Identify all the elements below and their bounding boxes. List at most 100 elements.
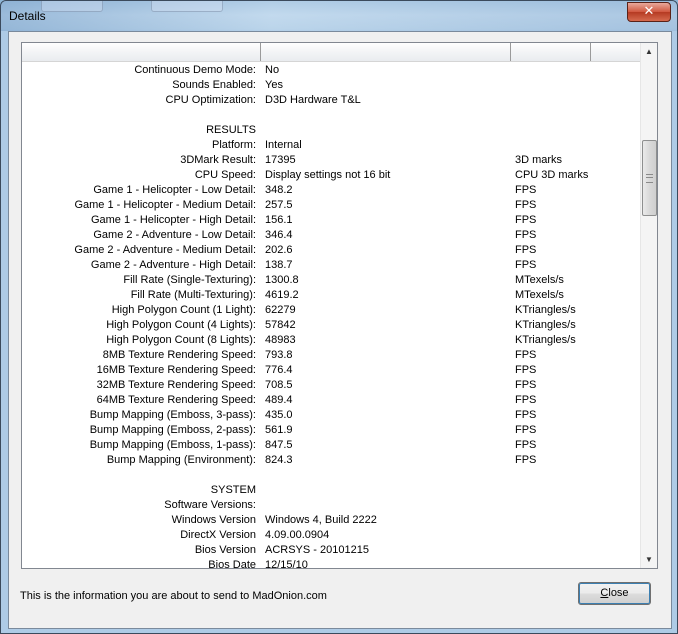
row-label: Fill Rate (Single-Texturing): [123, 274, 256, 286]
row-unit: FPS [515, 214, 537, 226]
row-label: Fill Rate (Multi-Texturing): [130, 289, 256, 301]
dialog-client-area: Continuous Demo Mode: No Sounds Enabled: Ye… [8, 31, 672, 629]
list-item[interactable]: Game 2 - Adventure - Medium Detail: 202.6… [22, 243, 640, 258]
list-item[interactable]: Bios Version ACRSYS - 20101215 [22, 543, 640, 558]
row-unit: FPS [515, 439, 537, 451]
list-item[interactable]: Bump Mapping (Emboss, 1-pass): 847.5 FPS [22, 438, 640, 453]
row-value: Windows 4, Build 2222 [265, 514, 377, 526]
row-unit: FPS [515, 454, 537, 466]
grip-icon [646, 174, 653, 183]
list-item[interactable]: Bump Mapping (Emboss, 2-pass): 561.9 FPS [22, 423, 640, 438]
list-item[interactable]: Fill Rate (Multi-Texturing): 4619.2 MTexel… [22, 288, 640, 303]
list-item[interactable]: High Polygon Count (4 Lights): 57842 KTria… [22, 318, 640, 333]
row-label: Bump Mapping (Emboss, 1-pass): [89, 439, 256, 451]
list-item[interactable] [22, 468, 640, 483]
row-label: Game 1 - Helicopter - Medium Detail: [74, 199, 256, 211]
row-value: 824.3 [265, 454, 293, 466]
list-item[interactable]: Bump Mapping (Emboss, 3-pass): 435.0 FPS [22, 408, 640, 423]
list-item[interactable]: RESULTS [22, 123, 640, 138]
row-label: 8MB Texture Rendering Speed: [102, 349, 256, 361]
list-item[interactable]: DirectX Version 4.09.00.0904 [22, 528, 640, 543]
row-label: 32MB Texture Rendering Speed: [96, 379, 256, 391]
row-value: 4619.2 [265, 289, 299, 301]
row-label: 64MB Texture Rendering Speed: [96, 394, 256, 406]
list-item[interactable] [22, 108, 640, 123]
list-item[interactable]: CPU Speed: Display settings not 16 bit CPU… [22, 168, 640, 183]
row-label: Platform: [211, 139, 256, 151]
list-item[interactable]: Bump Mapping (Environment): 824.3 FPS [22, 453, 640, 468]
column-header-unit[interactable] [511, 43, 591, 61]
vertical-scrollbar[interactable]: ▲ ▼ [640, 43, 657, 568]
row-unit: FPS [515, 229, 537, 241]
list-item[interactable]: Software Versions: [22, 498, 640, 513]
row-label: Software Versions: [164, 499, 256, 511]
row-label: Bump Mapping (Emboss, 2-pass): [89, 424, 256, 436]
row-unit: FPS [515, 424, 537, 436]
row-unit: FPS [515, 199, 537, 211]
column-header-extra[interactable] [591, 43, 640, 61]
column-header-value[interactable] [261, 43, 511, 61]
row-label: High Polygon Count (4 Lights): [106, 319, 256, 331]
row-label: Bios Version [194, 544, 256, 556]
list-item[interactable]: Sounds Enabled: Yes [22, 78, 640, 93]
list-item[interactable]: SYSTEM [22, 483, 640, 498]
row-unit: FPS [515, 379, 537, 391]
list-item[interactable]: Game 1 - Helicopter - Medium Detail: 257.… [22, 198, 640, 213]
row-value: 57842 [265, 319, 296, 331]
list-item[interactable]: 64MB Texture Rendering Speed: 489.4 FPS [22, 393, 640, 408]
row-unit: FPS [515, 409, 537, 421]
row-label: Bump Mapping (Environment): [106, 454, 256, 466]
list-item[interactable]: Fill Rate (Single-Texturing): 1300.8 MTexe… [22, 273, 640, 288]
row-label: High Polygon Count (1 Light): [111, 304, 256, 316]
row-unit: KTriangles/s [515, 334, 576, 346]
row-value: 489.4 [265, 394, 293, 406]
background-window-tab [41, 1, 103, 12]
list-rows: Continuous Demo Mode: No Sounds Enabled: Ye… [22, 63, 640, 573]
list-item[interactable]: Continuous Demo Mode: No [22, 63, 640, 78]
row-unit: FPS [515, 244, 537, 256]
title-bar[interactable]: Details ✕ [1, 1, 677, 31]
list-item[interactable]: Platform: Internal [22, 138, 640, 153]
scroll-down-icon[interactable]: ▼ [641, 551, 657, 568]
list-item[interactable]: 3DMark Result: 17395 3D marks [22, 153, 640, 168]
list-item[interactable]: 16MB Texture Rendering Speed: 776.4 FPS [22, 363, 640, 378]
list-item[interactable]: Game 1 - Helicopter - High Detail: 156.1 F… [22, 213, 640, 228]
row-unit: FPS [515, 259, 537, 271]
scroll-thumb[interactable] [642, 140, 657, 216]
list-item[interactable]: Game 2 - Adventure - Low Detail: 346.4 FPS [22, 228, 640, 243]
list-item[interactable]: Windows Version Windows 4, Build 2222 [22, 513, 640, 528]
row-label: RESULTS [206, 124, 256, 136]
row-value: 348.2 [265, 184, 293, 196]
row-value: 17395 [265, 154, 296, 166]
list-item[interactable]: 8MB Texture Rendering Speed: 793.8 FPS [22, 348, 640, 363]
row-value: No [265, 64, 280, 76]
row-unit: FPS [515, 184, 537, 196]
row-label: High Polygon Count (8 Lights): [106, 334, 256, 346]
details-list[interactable]: Continuous Demo Mode: No Sounds Enabled: Ye… [21, 42, 658, 571]
row-value: 561.9 [265, 424, 293, 436]
row-value: D3D Hardware T&L [265, 94, 361, 106]
close-button[interactable]: Close [578, 582, 651, 605]
scroll-up-icon[interactable]: ▲ [641, 43, 657, 60]
list-item[interactable]: High Polygon Count (8 Lights): 48983 KTria… [22, 333, 640, 348]
row-unit: KTriangles/s [515, 304, 576, 316]
list-item[interactable]: 32MB Texture Rendering Speed: 708.5 FPS [22, 378, 640, 393]
row-unit: FPS [515, 364, 537, 376]
row-unit: FPS [515, 349, 537, 361]
row-value: 346.4 [265, 229, 293, 241]
row-value: Yes [265, 79, 283, 91]
column-header-label[interactable] [22, 43, 261, 61]
list-item[interactable]: Game 2 - Adventure - High Detail: 138.7 FP… [22, 258, 640, 273]
list-item[interactable]: Game 1 - Helicopter - Low Detail: 348.2 FP… [22, 183, 640, 198]
row-unit: MTexels/s [515, 289, 564, 301]
row-value: Internal [265, 139, 302, 151]
window-close-icon[interactable]: ✕ [627, 2, 671, 22]
row-label: Bump Mapping (Emboss, 3-pass): [89, 409, 256, 421]
row-label: SYSTEM [210, 484, 256, 496]
row-value: 708.5 [265, 379, 293, 391]
row-label: Game 2 - Adventure - Medium Detail: [74, 244, 256, 256]
list-item[interactable]: High Polygon Count (1 Light): 62279 KTrian… [22, 303, 640, 318]
row-label: Bios Date [208, 559, 256, 571]
list-item[interactable]: Bios Date 12/15/10 [22, 558, 640, 573]
list-item[interactable]: CPU Optimization: D3D Hardware T&L [22, 93, 640, 108]
